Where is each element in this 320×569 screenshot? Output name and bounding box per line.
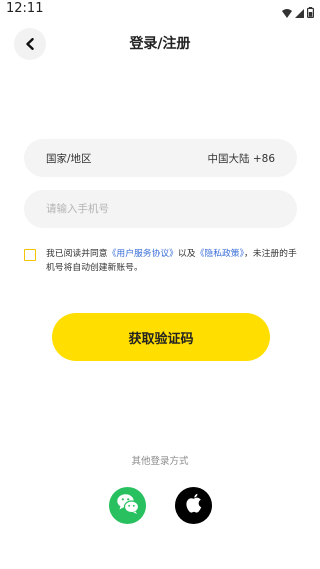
other-login-label: 其他登录方式 (131, 456, 189, 467)
agreement: 我已阅读并同意《用户服务协议》以及《隐私政策》，未注册的手机号将自动创建新账号。 (24, 247, 300, 275)
battery-icon (307, 3, 315, 22)
apple-icon (185, 493, 203, 518)
region-value: 中国大陆 +86 (207, 152, 276, 165)
region-selector[interactable]: 国家/地区 中国大陆 +86 (24, 139, 297, 177)
get-verification-code-button[interactable]: 获取验证码 (52, 313, 270, 361)
user-agreement-link[interactable]: 《用户服务协议》 (108, 249, 178, 259)
agreement-text: 我已阅读并同意《用户服务协议》以及《隐私政策》，未注册的手机号将自动创建新账号。 (46, 247, 300, 275)
agreement-prefix: 我已阅读并同意 (46, 249, 108, 259)
status-icons (282, 3, 315, 22)
status-time: 12:11 (6, 1, 44, 16)
phone-input[interactable] (46, 203, 275, 215)
wechat-icon (116, 493, 140, 519)
apple-login-button[interactable] (175, 487, 212, 524)
privacy-policy-link[interactable]: 《隐私政策》 (196, 249, 244, 259)
phone-field (24, 190, 297, 228)
agreement-checkbox[interactable] (24, 249, 36, 261)
status-bar: 12:11 (0, 0, 320, 20)
region-label: 国家/地区 (46, 152, 92, 165)
agreement-and: 以及 (177, 249, 196, 259)
wifi-icon (282, 3, 292, 22)
login-screen: 12:11 登录/注册 国家/地区 中国大陆 +86 请输入手机号 我已阅读并同… (0, 0, 320, 569)
page-title: 登录/注册 (129, 36, 191, 52)
cellular-signal-icon (295, 3, 304, 22)
wechat-login-button[interactable] (109, 487, 146, 524)
header: 登录/注册 (0, 28, 320, 60)
